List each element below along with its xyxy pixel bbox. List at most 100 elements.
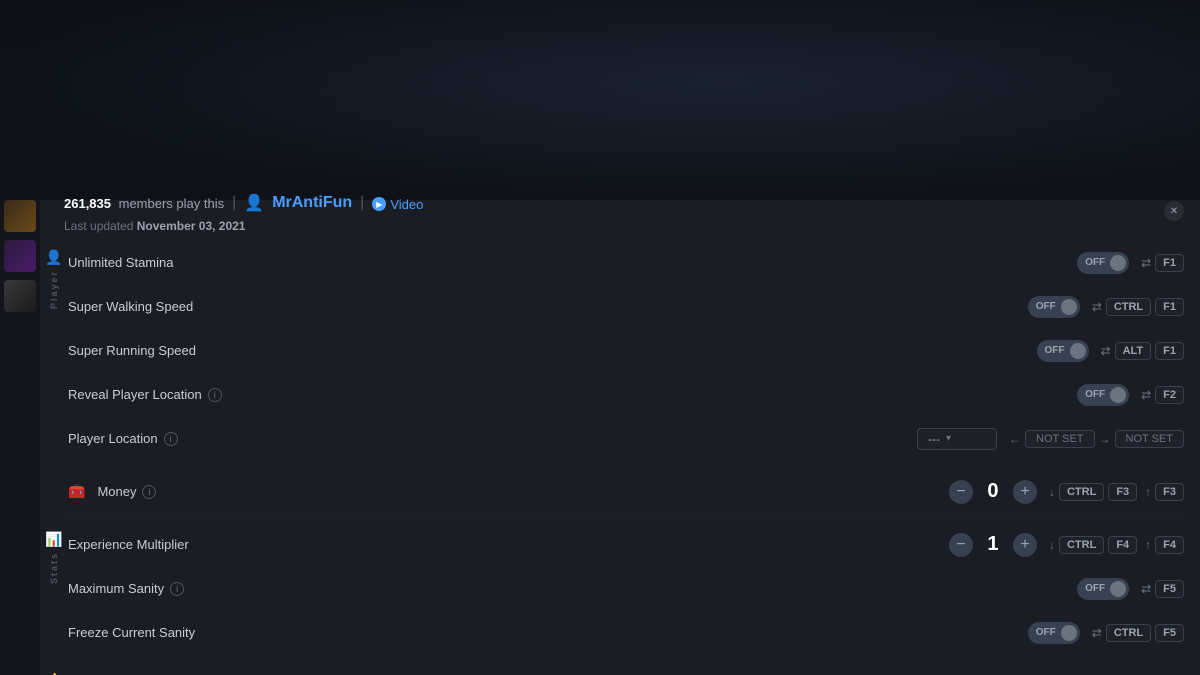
toggle-freeze-current-sanity[interactable]: OFF bbox=[1028, 622, 1080, 644]
cheat-name-freeze-current-sanity: Freeze Current Sanity bbox=[68, 625, 1016, 640]
info-icon-player-location[interactable]: i bbox=[164, 432, 178, 446]
keybind-arrow-unlimited-stamina: ⇄ bbox=[1141, 256, 1151, 270]
info-icon-money[interactable]: i bbox=[142, 485, 156, 499]
divider-2: | bbox=[360, 194, 364, 212]
keybind-f1-unlimited-stamina[interactable]: F1 bbox=[1155, 254, 1184, 272]
divider-1: | bbox=[232, 194, 236, 212]
money-section: 🧰 Money i − 0 + ↓ CTRL F3 ↑ F3 bbox=[40, 470, 1200, 514]
keybind-maximum-sanity: ⇄ F5 bbox=[1141, 580, 1184, 598]
main-content: wemod Home Games Queue V VGT GO PRO Supp… bbox=[40, 0, 1200, 675]
experience-value: 1 bbox=[983, 533, 1003, 556]
experience-increase-button[interactable]: + bbox=[1013, 533, 1037, 557]
cheat-name-super-walking-speed: Super Walking Speed bbox=[68, 299, 1016, 314]
cheat-row-player-location: Player Location i --- ▾ ← NOT SET bbox=[68, 417, 1184, 461]
keybind-not-set-left[interactable]: NOT SET bbox=[1025, 430, 1094, 448]
cheat-row-money: 🧰 Money i − 0 + ↓ CTRL F3 ↑ F3 bbox=[68, 470, 1184, 514]
cheat-row-maximum-sanity: Maximum Sanity i OFF ⇄ F5 bbox=[68, 567, 1184, 611]
person-icon: 👤 bbox=[244, 193, 264, 213]
cheat-name-player-location: Player Location i bbox=[68, 431, 905, 446]
game-thumbnail-6[interactable] bbox=[4, 280, 36, 312]
toggle-label-reveal-player-location: OFF bbox=[1079, 389, 1111, 400]
keybind-experience: ↓ CTRL F4 ↑ F4 bbox=[1049, 536, 1184, 554]
player-section-label: Player bbox=[49, 270, 59, 309]
keybind-super-running-speed: ⇄ ALT F1 bbox=[1101, 342, 1184, 360]
money-value: 0 bbox=[983, 480, 1003, 503]
cheat-name-experience-multiplier: Experience Multiplier bbox=[68, 537, 937, 552]
toggle-label-unlimited-stamina: OFF bbox=[1079, 257, 1111, 268]
toggle-reveal-player-location[interactable]: OFF bbox=[1077, 384, 1129, 406]
toggle-label-super-walking-speed: OFF bbox=[1030, 301, 1062, 312]
toggle-super-walking-speed[interactable]: OFF bbox=[1028, 296, 1080, 318]
last-updated-label: Last updated bbox=[64, 219, 133, 233]
player-section-group: 👤 Player Unlimited Stamina OFF bbox=[40, 241, 1200, 461]
divider-money-stats bbox=[56, 518, 1184, 519]
cheat-row-unlimited-stamina: Unlimited Stamina OFF ⇄ F1 bbox=[68, 241, 1184, 285]
player-cheats-list: Unlimited Stamina OFF ⇄ F1 Super Walking… bbox=[60, 241, 1184, 461]
stats-section-group: 📊 Stats Experience Multiplier − 1 + bbox=[40, 523, 1200, 655]
creator-name[interactable]: MrAntiFun bbox=[272, 194, 352, 212]
video-link[interactable]: ▶ Video bbox=[372, 197, 423, 212]
game-bg-overlay bbox=[40, 40, 1200, 200]
info-icon-maximum-sanity[interactable]: i bbox=[170, 582, 184, 596]
weapons-section-group: 👍 Weapons Unlimited Pictures OFF ⇄ bbox=[40, 664, 1200, 675]
left-panel: Games › Phasmophobia ☆ ⊙ Steam Install g… bbox=[40, 40, 1200, 675]
toggle-label-maximum-sanity: OFF bbox=[1079, 583, 1111, 594]
main-layout: Games › Phasmophobia ☆ ⊙ Steam Install g… bbox=[40, 40, 1200, 675]
weapons-cheats-list: Unlimited Pictures OFF ⇄ F6 Un bbox=[60, 664, 1184, 675]
keybind-player-location: ← NOT SET → NOT SET bbox=[1009, 430, 1184, 448]
divider-stats-weapons bbox=[56, 659, 1184, 660]
game-thumbnail-4[interactable] bbox=[4, 200, 36, 232]
cheat-row-super-running-speed: Super Running Speed OFF ⇄ ALT F1 bbox=[68, 329, 1184, 373]
weapons-sidebar: 👍 Weapons bbox=[40, 664, 60, 675]
info-stats-row: ✕ 261,835 members play this | 👤 MrAntiFu… bbox=[40, 185, 1200, 217]
money-number-control: − 0 + bbox=[949, 480, 1037, 504]
stats-section-label: Stats bbox=[49, 552, 59, 584]
cheat-row-reveal-player-location: Reveal Player Location i OFF ⇄ F2 bbox=[68, 373, 1184, 417]
keybind-not-set-right[interactable]: NOT SET bbox=[1115, 430, 1184, 448]
members-suffix: members play this bbox=[119, 196, 224, 211]
cheat-name-money: 🧰 Money i bbox=[68, 483, 937, 500]
stats-sidebar: 📊 Stats bbox=[40, 523, 60, 655]
toggle-thumb-reveal-player-location bbox=[1110, 387, 1126, 403]
toggle-thumb-maximum-sanity bbox=[1110, 581, 1126, 597]
cheat-name-maximum-sanity: Maximum Sanity i bbox=[68, 581, 1065, 596]
toggle-unlimited-stamina[interactable]: OFF bbox=[1077, 252, 1129, 274]
cheat-row-experience-multiplier: Experience Multiplier − 1 + ↓ CTRL F4 ↑ … bbox=[68, 523, 1184, 567]
toggle-thumb-freeze-current-sanity bbox=[1061, 625, 1077, 641]
money-decrease-button[interactable]: − bbox=[949, 480, 973, 504]
cheat-row-unlimited-pictures: Unlimited Pictures OFF ⇄ F6 bbox=[68, 664, 1184, 675]
last-updated-date: November 03, 2021 bbox=[137, 219, 246, 233]
cheat-name-reveal-player-location: Reveal Player Location i bbox=[68, 387, 1065, 402]
cheat-row-freeze-current-sanity: Freeze Current Sanity OFF ⇄ CTRL F5 bbox=[68, 611, 1184, 655]
toggle-maximum-sanity[interactable]: OFF bbox=[1077, 578, 1129, 600]
members-count-value: 261,835 bbox=[64, 196, 111, 211]
members-count: 261,835 members play this bbox=[64, 196, 224, 211]
dropdown-arrow-icon: ▾ bbox=[946, 433, 951, 444]
cheat-name-super-running-speed: Super Running Speed bbox=[68, 343, 1025, 358]
toggle-super-running-speed[interactable]: OFF bbox=[1037, 340, 1089, 362]
game-thumbnail-5[interactable] bbox=[4, 240, 36, 272]
keybind-reveal-player-location: ⇄ F2 bbox=[1141, 386, 1184, 404]
experience-decrease-button[interactable]: − bbox=[949, 533, 973, 557]
experience-number-control: − 1 + bbox=[949, 533, 1037, 557]
game-background bbox=[40, 40, 1200, 200]
player-sidebar: 👤 Player bbox=[40, 241, 60, 461]
video-label: Video bbox=[390, 197, 423, 212]
close-info-button[interactable]: ✕ bbox=[1164, 201, 1184, 221]
cheat-name-unlimited-stamina: Unlimited Stamina bbox=[68, 255, 1065, 270]
keybind-unlimited-stamina: ⇄ F1 bbox=[1141, 254, 1184, 272]
keybind-money: ↓ CTRL F3 ↑ F3 bbox=[1049, 483, 1184, 501]
stats-cheats-list: Experience Multiplier − 1 + ↓ CTRL F4 ↑ … bbox=[60, 523, 1184, 655]
toggle-thumb-unlimited-stamina bbox=[1110, 255, 1126, 271]
toggle-label-super-running-speed: OFF bbox=[1039, 345, 1071, 356]
info-icon-reveal-player-location[interactable]: i bbox=[208, 388, 222, 402]
last-updated-row: Last updated November 03, 2021 bbox=[40, 217, 1200, 241]
play-icon: ▶ bbox=[372, 197, 386, 211]
player-location-dropdown[interactable]: --- ▾ bbox=[917, 428, 997, 450]
toggle-thumb-super-walking-speed bbox=[1061, 299, 1077, 315]
player-location-value: --- bbox=[928, 432, 940, 446]
keybind-freeze-current-sanity: ⇄ CTRL F5 bbox=[1092, 624, 1184, 642]
toggle-thumb-super-running-speed bbox=[1070, 343, 1086, 359]
divider-player-money bbox=[56, 465, 1184, 466]
money-increase-button[interactable]: + bbox=[1013, 480, 1037, 504]
